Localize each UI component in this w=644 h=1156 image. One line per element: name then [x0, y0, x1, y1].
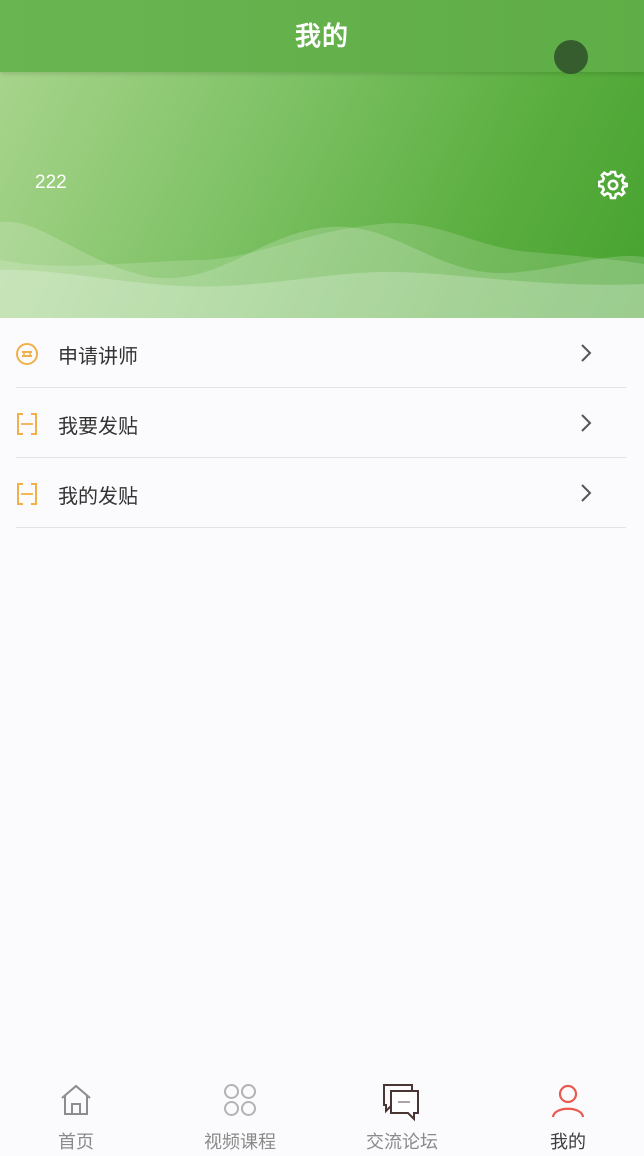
chevron-right-icon [581, 344, 592, 362]
chevron-right-icon [581, 484, 592, 502]
bracket-frame-icon [17, 413, 37, 435]
bracket-frame-icon [17, 483, 37, 505]
tab-label: 首页 [58, 1132, 94, 1153]
floating-assistive-button[interactable] [554, 40, 588, 74]
tab-mine[interactable]: 我的 [522, 1072, 614, 1156]
wave-decoration [0, 221, 644, 318]
profile-banner: 222 [0, 72, 644, 318]
gear-icon[interactable] [598, 170, 628, 200]
menu-item-label: 我的发贴 [58, 484, 138, 508]
tab-label: 交流论坛 [366, 1132, 438, 1153]
chevron-right-icon [581, 414, 592, 432]
menu-list: 申请讲师 我要发贴 我的发贴 [0, 318, 644, 528]
page-title: 我的 [294, 22, 349, 52]
person-icon [551, 1084, 585, 1118]
menu-item-label: 申请讲师 [58, 344, 138, 368]
menu-divider [16, 527, 626, 528]
teacher-badge-icon [16, 343, 38, 365]
tab-forum[interactable]: 交流论坛 [352, 1072, 452, 1156]
bottom-tab-bar: 首页 视频课程 交流论坛 我的 [0, 1072, 644, 1156]
menu-item-label: 我要发贴 [58, 414, 138, 438]
tab-video-courses[interactable]: 视频课程 [190, 1072, 290, 1156]
username-label: 222 [35, 172, 67, 193]
tab-label: 视频课程 [204, 1132, 276, 1153]
menu-item-create-post[interactable]: 我要发贴 [0, 388, 644, 458]
tab-label: 我的 [550, 1132, 586, 1153]
four-petal-icon [224, 1084, 256, 1116]
menu-item-my-posts[interactable]: 我的发贴 [0, 458, 644, 528]
menu-item-apply-teacher[interactable]: 申请讲师 [0, 318, 644, 388]
top-header: 我的 [0, 0, 644, 72]
chat-bubbles-icon [383, 1084, 419, 1122]
tab-home[interactable]: 首页 [30, 1072, 122, 1156]
home-icon [61, 1084, 91, 1115]
